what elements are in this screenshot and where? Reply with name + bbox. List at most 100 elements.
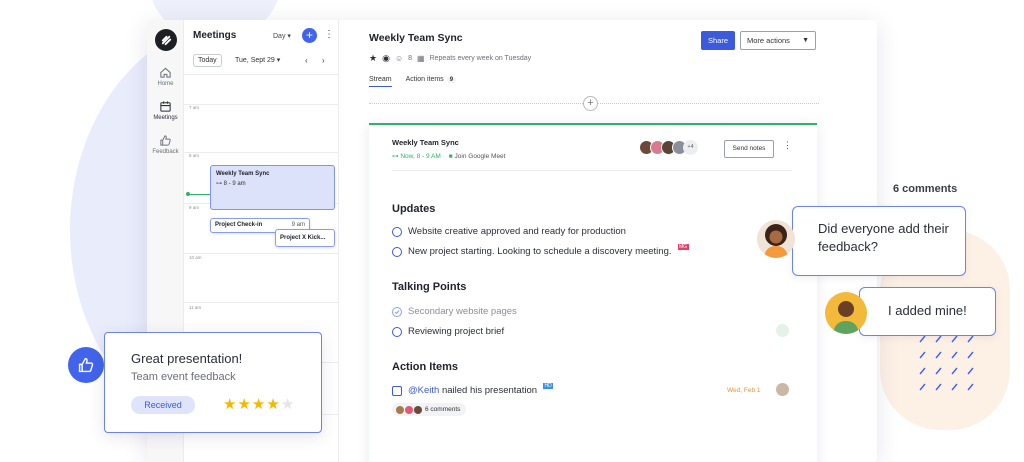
talking-point-text: Reviewing project brief xyxy=(408,326,505,337)
checkbox[interactable] xyxy=(392,385,402,396)
more-attendees-count: +4 xyxy=(683,140,698,155)
next-day-icon[interactable]: › xyxy=(322,56,325,65)
video-icon: ⊶ xyxy=(216,181,222,187)
comments-chip[interactable]: 6 comments xyxy=(392,403,467,416)
home-icon xyxy=(160,67,171,78)
current-time-dot xyxy=(186,192,190,196)
send-notes-button[interactable]: Send notes xyxy=(724,140,774,158)
talking-points-heading: Talking Points xyxy=(392,281,467,293)
dash-pattern xyxy=(919,335,974,391)
google-meet-icon: ■ xyxy=(448,152,453,160)
feedback-subtitle: Team event feedback xyxy=(131,371,236,383)
calendar-title: Meetings xyxy=(193,30,237,41)
feedback-title: Great presentation! xyxy=(131,351,243,366)
action-items-heading: Action Items xyxy=(392,361,459,373)
hour-label-7am: 7 am xyxy=(189,105,200,110)
comment-bubble: Did everyone add their feedback? xyxy=(792,206,966,276)
more-actions-button[interactable]: More actions ▼ xyxy=(740,31,816,50)
divider xyxy=(392,170,792,171)
comments-count: 6 comments xyxy=(425,406,461,413)
tab-action-items-label: Action items xyxy=(405,76,444,83)
repeat-text: Repeats every week on Tuesday xyxy=(429,55,532,62)
action-text: @Keith nailed his presentation xyxy=(408,385,537,396)
star-icon: ★ xyxy=(280,396,296,413)
avatar xyxy=(776,383,789,396)
meeting-card: Weekly Team Sync ⊶ Now, 8 - 9 AM ■ Join … xyxy=(369,123,817,462)
thumbs-up-icon xyxy=(160,135,171,146)
talking-point-item[interactable]: Reviewing project brief xyxy=(392,326,504,337)
rail-item-home[interactable]: Home xyxy=(147,66,184,87)
comment-text: Did everyone add their feedback? xyxy=(818,221,949,254)
thumbs-up-icon xyxy=(78,357,94,373)
event-project-x-kick[interactable]: Project X Kick... xyxy=(275,229,335,247)
calendar-menu-icon[interactable]: ⋮ xyxy=(324,29,334,40)
attendees-icon: ☺ xyxy=(394,54,404,63)
date-selector[interactable]: Tue, Sept 29 ▾ xyxy=(235,56,280,64)
add-meeting-button[interactable]: + xyxy=(302,28,317,43)
hour-line xyxy=(184,104,339,105)
person-icon xyxy=(833,301,859,334)
tab-stream[interactable]: Stream xyxy=(369,76,392,87)
avatar xyxy=(405,405,413,414)
today-button[interactable]: Today xyxy=(193,54,222,67)
logo-icon xyxy=(161,35,171,45)
eye-icon[interactable]: ◉ xyxy=(382,53,390,64)
hour-line xyxy=(184,302,339,303)
rail-item-feedback[interactable]: Feedback xyxy=(147,134,184,155)
mention-link[interactable]: @Keith xyxy=(408,385,439,396)
feedback-card: Great presentation! Team event feedback … xyxy=(104,332,322,433)
user-tag-mg: MG xyxy=(677,243,689,250)
rail-label-home: Home xyxy=(157,81,174,87)
join-google-meet-link[interactable]: ■ Join Google Meet xyxy=(449,153,506,160)
update-item[interactable]: New project starting. Looking to schedul… xyxy=(392,243,689,257)
hour-label-11am: 11 am xyxy=(189,305,202,310)
event-title: Weekly Team Sync xyxy=(216,171,270,177)
feedback-icon-badge xyxy=(68,347,104,383)
status-circle-icon[interactable] xyxy=(392,326,402,337)
repeat-icon: ▦ xyxy=(417,54,425,63)
rail-label-meetings: Meetings xyxy=(153,115,178,121)
comment-bubble: I added mine! xyxy=(859,287,996,336)
share-button[interactable]: Share xyxy=(701,31,735,50)
event-weekly-team-sync[interactable]: Weekly Team Sync ⊶ 8 - 9 am xyxy=(210,165,335,210)
tab-action-items[interactable]: Action items 9 xyxy=(405,76,457,83)
talking-point-item[interactable]: Secondary website pages xyxy=(392,306,517,317)
add-stream-item-button[interactable]: + xyxy=(583,96,598,111)
view-selector[interactable]: Day ▾ xyxy=(273,32,291,40)
avatar xyxy=(776,324,789,337)
event-time-text: 8 - 9 am xyxy=(223,181,246,187)
current-time-line xyxy=(188,194,210,195)
star-icon: ★ xyxy=(251,396,267,413)
status-circle-icon[interactable] xyxy=(392,226,402,237)
action-item[interactable]: @Keith nailed his presentation HD xyxy=(392,382,554,396)
app-logo[interactable] xyxy=(155,29,177,51)
calendar-icon xyxy=(160,101,171,112)
star-icon: ★ xyxy=(223,396,238,413)
star-icon: ★ xyxy=(237,396,252,413)
prev-day-icon[interactable]: ‹ xyxy=(305,56,308,65)
event-time: ⊶ 8 - 9 am xyxy=(216,180,329,187)
hour-line xyxy=(184,152,339,153)
meeting-time-text: Now, 8 - 9 AM xyxy=(400,153,441,160)
check-circle-icon[interactable] xyxy=(392,306,402,317)
status-circle-icon[interactable] xyxy=(392,246,402,257)
card-menu-icon[interactable]: ⋮ xyxy=(783,140,792,151)
attendee-avatars[interactable]: +4 xyxy=(639,140,698,155)
meeting-title: Weekly Team Sync xyxy=(369,32,463,44)
update-text: New project starting. Looking to schedul… xyxy=(408,246,672,257)
star-icon[interactable]: ★ xyxy=(369,53,377,64)
card-subtitle: ⊶ Now, 8 - 9 AM ■ Join Google Meet xyxy=(392,152,506,161)
meeting-time: ⊶ Now, 8 - 9 AM xyxy=(392,152,441,160)
user-tag-hd: HD xyxy=(543,382,554,389)
rail-label-feedback: Feedback xyxy=(152,149,179,155)
hour-line xyxy=(184,253,339,254)
update-item[interactable]: Website creative approved and ready for … xyxy=(392,226,626,237)
hour-label-8am: 8 am xyxy=(189,153,200,158)
meeting-meta: ★ ◉ ☺ 8 ▦ Repeats every week on Tuesday xyxy=(369,53,531,64)
avatar xyxy=(757,220,795,258)
avatar xyxy=(414,405,422,414)
avatar xyxy=(396,405,404,414)
star-rating: ★★★★★ xyxy=(223,395,295,413)
more-actions-label: More actions xyxy=(747,36,790,45)
rail-item-meetings[interactable]: Meetings xyxy=(147,100,184,121)
